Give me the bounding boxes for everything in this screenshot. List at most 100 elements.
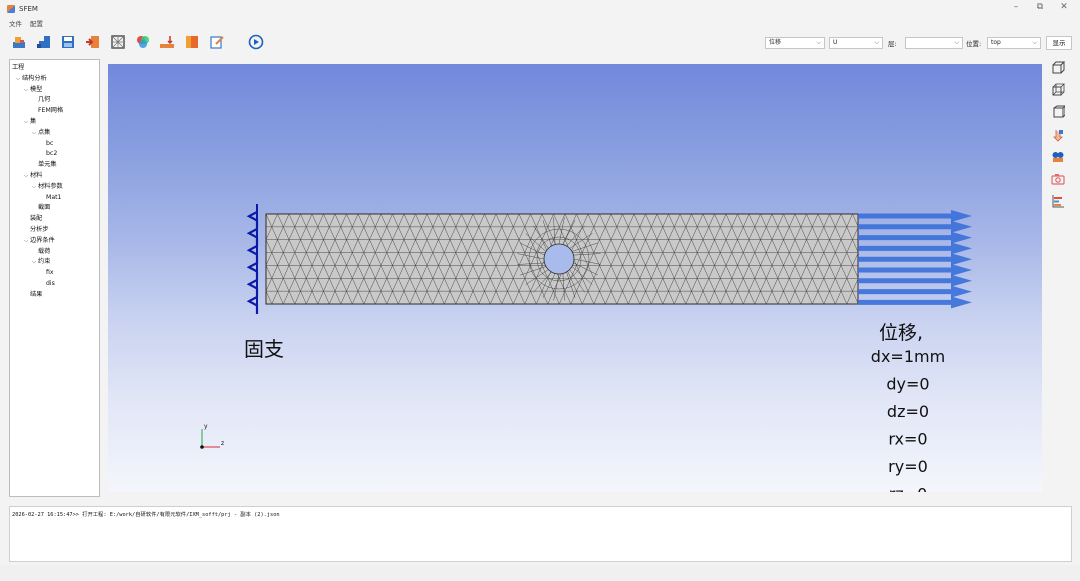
log-line: 2026-02-27 16:15:47>> 打开工程: E:/work/自研软件… — [12, 512, 280, 518]
tree-item[interactable]: ⌵ 模型 — [10, 85, 99, 96]
tree-item-label: 截面 — [38, 204, 51, 212]
axis-triad: y z — [200, 423, 224, 449]
new-project-icon[interactable] — [11, 34, 27, 50]
screenshot-icon[interactable] — [1051, 172, 1065, 186]
tree-item[interactable]: 单元集 — [10, 160, 99, 171]
tree-item[interactable]: bc2 — [10, 149, 99, 160]
tree-item[interactable]: 结果 — [10, 290, 99, 301]
app-title: SFEM — [19, 4, 38, 13]
chevron-down-icon[interactable]: ⌵ — [22, 171, 30, 182]
load-icon[interactable] — [159, 34, 175, 50]
model-viewport[interactable]: 固支 位移, dx=1mm dy=0 dz=0 rx=0 ry=0 rz=0 y z — [108, 64, 1042, 492]
hole — [543, 243, 575, 275]
view-front-icon[interactable] — [1051, 61, 1065, 75]
position-label: 位置: — [966, 40, 982, 48]
displacement-arrow — [858, 220, 972, 233]
view-iso-icon[interactable] — [1051, 83, 1065, 97]
displacement-arrow — [858, 210, 972, 222]
restore-icon[interactable]: ⧉ — [1032, 2, 1048, 12]
position-select-value: top — [991, 39, 1001, 46]
displacement-arrow — [858, 274, 972, 287]
chevron-down-icon[interactable]: ⌵ — [22, 236, 30, 247]
tree-item[interactable]: 截面 — [10, 203, 99, 214]
tree-item-label: 材料 — [30, 171, 43, 179]
displacement-title: 位移, — [879, 322, 923, 344]
tree-item-label: 点集 — [38, 128, 51, 136]
close-icon[interactable]: ✕ — [1056, 2, 1072, 12]
displacement-value: dx=1mm — [871, 347, 945, 366]
tree-item[interactable]: bc — [10, 139, 99, 150]
app-logo-icon — [7, 4, 15, 13]
chevron-down-icon[interactable]: ⌵ — [30, 128, 38, 139]
log-console[interactable]: 2026-02-27 16:15:47>> 打开工程: E:/work/自研软件… — [9, 506, 1072, 562]
tree-item[interactable]: ⌵ 集 — [10, 117, 99, 128]
tree-item[interactable]: ⌵ 材料 — [10, 171, 99, 182]
tree-item-label: 分析步 — [30, 225, 49, 233]
menu-file[interactable]: 文件 — [9, 18, 22, 28]
chevron-down-icon: ⌵ — [874, 39, 879, 46]
displacement-value: rx=0 — [888, 430, 927, 449]
tree-item[interactable]: 载荷 — [10, 247, 99, 258]
edit-icon[interactable] — [209, 34, 225, 50]
tree-item-label: bc2 — [46, 150, 58, 158]
tree-item-label: 约束 — [38, 258, 51, 266]
tree-item[interactable]: 几何 — [10, 95, 99, 106]
tree-item[interactable]: 分析步 — [10, 225, 99, 236]
tree-item[interactable]: ⌵ 边界条件 — [10, 236, 99, 247]
tree-item-label: 单元集 — [38, 161, 57, 169]
save-icon[interactable] — [60, 34, 76, 50]
tree-item[interactable]: 装配 — [10, 214, 99, 225]
tree-item[interactable]: ⌵ 约束 — [10, 257, 99, 268]
menu-bar: 文件 配置 — [0, 17, 43, 28]
tree-item[interactable]: fix — [10, 268, 99, 279]
chevron-down-icon: ⌵ — [816, 39, 821, 46]
pick-icon[interactable] — [1051, 128, 1065, 142]
minimize-icon[interactable]: – — [1008, 2, 1024, 12]
tree-item[interactable]: dis — [10, 279, 99, 290]
material-icon[interactable] — [135, 34, 151, 50]
mesh-icon[interactable] — [110, 34, 126, 50]
tree-item[interactable]: ⌵ 材料参数 — [10, 182, 99, 193]
chevron-down-icon: ⌵ — [1032, 39, 1037, 46]
tree-item[interactable]: Mat1 — [10, 193, 99, 204]
project-tree: 工程 ⌵ 结构分析 ⌵ 模型 几何 FEM网格 ⌵ 集 ⌵ 点集 bc bc2 单元集 ⌵ 材料 ⌵ 材料参数 M… — [9, 59, 100, 497]
run-icon[interactable] — [248, 34, 264, 50]
chevron-down-icon[interactable]: ⌵ — [22, 85, 30, 96]
view-side-icon[interactable] — [1051, 105, 1065, 119]
chevron-down-icon[interactable]: ⌵ — [30, 182, 38, 193]
section-icon[interactable] — [184, 34, 200, 50]
chevron-down-icon[interactable]: ⌵ — [14, 74, 22, 85]
show-button[interactable]: 显示 — [1046, 36, 1072, 50]
displacement-arrow — [858, 264, 972, 276]
component-select[interactable]: U ⌵ — [829, 37, 883, 49]
layer-select[interactable]: ⌵ — [905, 37, 963, 49]
fixed-support-symbol — [246, 204, 259, 314]
position-select[interactable]: top ⌵ — [987, 37, 1041, 49]
fixed-support-label: 固支 — [244, 337, 284, 361]
displacement-value: dy=0 — [886, 375, 929, 394]
tree-item-label: 集 — [30, 117, 37, 125]
import-icon[interactable] — [85, 34, 101, 50]
chevron-down-icon[interactable]: ⌵ — [30, 257, 38, 268]
tree-item-label: 模型 — [30, 85, 43, 93]
tree-item-label: bc — [46, 139, 54, 147]
tree-item[interactable]: ⌵ 结构分析 — [10, 74, 99, 85]
tree-item-label: 结构分析 — [22, 74, 47, 82]
menu-config[interactable]: 配置 — [30, 18, 43, 28]
tree-item[interactable]: ⌵ 点集 — [10, 128, 99, 139]
tree-item-label: dis — [46, 279, 55, 287]
chart-icon[interactable] — [1051, 194, 1065, 208]
displacement-arrow — [858, 231, 972, 244]
tree-item-label: 结果 — [30, 290, 43, 298]
tree-item-label: FEM网格 — [38, 107, 64, 115]
open-icon[interactable] — [36, 34, 52, 50]
tree-item-label: 边界条件 — [30, 236, 55, 244]
tree-item[interactable]: FEM网格 — [10, 106, 99, 117]
field-select[interactable]: 位移 ⌵ — [765, 37, 825, 49]
chevron-down-icon[interactable]: ⌵ — [22, 117, 30, 128]
camera-icon[interactable] — [1051, 150, 1065, 164]
tree-item-label: 装配 — [30, 215, 43, 223]
displacement-arrow — [858, 285, 972, 298]
chevron-down-icon: ⌵ — [954, 39, 959, 46]
tree-root[interactable]: 工程 — [10, 63, 99, 74]
